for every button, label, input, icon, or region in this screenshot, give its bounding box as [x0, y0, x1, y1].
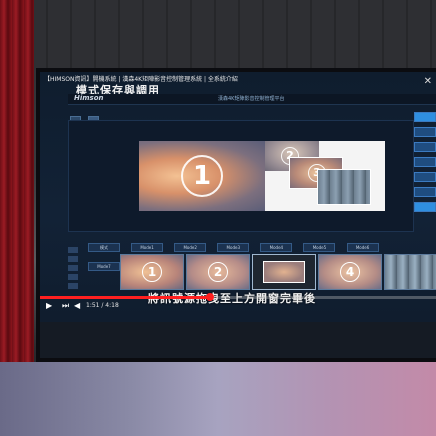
wall-panels: [0, 0, 436, 70]
next-icon[interactable]: ⏭: [62, 301, 69, 311]
right-panel-button[interactable]: [414, 127, 436, 137]
right-panel-button[interactable]: [414, 187, 436, 197]
mode-button[interactable]: Mode2: [174, 243, 207, 252]
app-header: Himson 漢森4K矩陣影音控制管理平台: [68, 94, 436, 105]
source-thumbnail[interactable]: 4: [318, 254, 382, 290]
volume-icon[interactable]: ◀: [74, 301, 80, 310]
video-progress-bar[interactable]: [40, 293, 436, 301]
source-thumbnail[interactable]: [384, 254, 436, 290]
window-number-badge: 1: [181, 155, 223, 197]
red-curtain: [0, 0, 34, 372]
screen-lower-band: [40, 322, 436, 358]
play-icon[interactable]: ▶: [46, 301, 52, 310]
mode-button-row: 模式 Mode1 Mode2 Mode3 Mode4 Mode5 Mode6 M…: [88, 234, 388, 271]
right-control-panel: [414, 112, 436, 272]
stage-floor: [0, 362, 436, 436]
progress-fill: [40, 296, 211, 299]
source-tools: [66, 244, 106, 304]
player-controls: ▶ ⏭ ◀ 1:51 / 4:18: [40, 300, 436, 314]
preview-window-1[interactable]: 1: [139, 141, 265, 211]
source-tool-icon[interactable]: [68, 256, 78, 262]
right-panel-button[interactable]: [414, 142, 436, 152]
source-tool-icon[interactable]: [68, 265, 78, 271]
mode-button[interactable]: Mode6: [346, 243, 379, 252]
right-panel-button[interactable]: [414, 202, 436, 212]
source-tool-icon[interactable]: [68, 274, 78, 280]
thumbnail-number: 4: [340, 262, 360, 282]
right-panel-button[interactable]: [414, 157, 436, 167]
himson-logo: Himson: [74, 94, 104, 102]
thumbnail-number: 1: [142, 262, 162, 282]
thumbnail-number: 2: [208, 262, 228, 282]
video-wall-canvas[interactable]: 1 2 3: [68, 120, 414, 232]
photo-scene: 【HIMSON資訊】開機系統 | 漢森4K矩陣影音控制管理系統 | 全系統介紹 …: [0, 0, 436, 436]
source-thumbnail[interactable]: 1: [120, 254, 184, 290]
mode-button[interactable]: Mode4: [260, 243, 293, 252]
mode-button[interactable]: Mode3: [217, 243, 250, 252]
thumbnail-inner-preview: [263, 261, 305, 283]
source-tool-icon[interactable]: [68, 283, 78, 289]
app-window-title: 漢森4K矩陣影音控制管理平台: [218, 96, 285, 102]
close-icon[interactable]: ✕: [424, 76, 432, 87]
source-thumbnail[interactable]: 2: [186, 254, 250, 290]
video-time: 1:51 / 4:18: [86, 302, 119, 309]
mode-button[interactable]: Mode1: [131, 243, 164, 252]
led-wall-screen: 【HIMSON資訊】開機系統 | 漢森4K矩陣影音控制管理系統 | 全系統介紹 …: [40, 72, 436, 358]
right-panel-button[interactable]: [414, 172, 436, 182]
signal-source-strip: 1 2 4: [120, 254, 436, 290]
right-panel-button[interactable]: [414, 112, 436, 122]
source-thumbnail-selected[interactable]: [252, 254, 316, 290]
mode-button[interactable]: Mode5: [303, 243, 336, 252]
preview-window-4[interactable]: [317, 169, 371, 205]
source-tool-icon[interactable]: [68, 247, 78, 253]
